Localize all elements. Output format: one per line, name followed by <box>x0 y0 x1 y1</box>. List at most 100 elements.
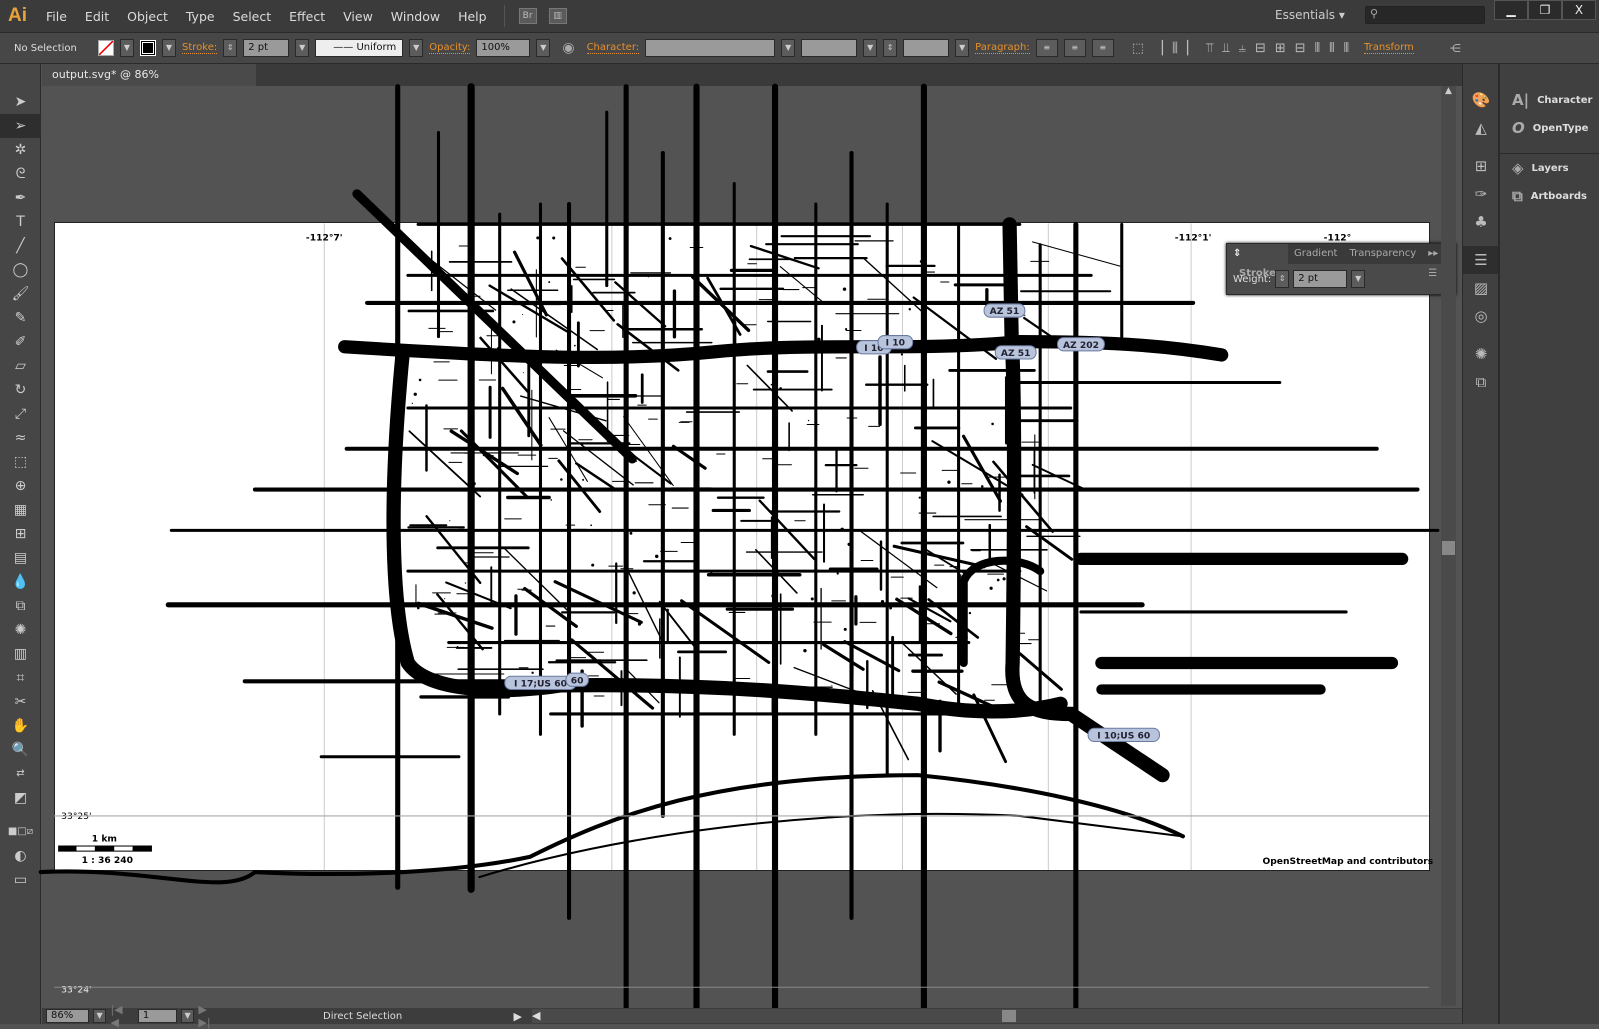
panel-opentype[interactable]: O OpenType <box>1500 114 1599 142</box>
align-center-icon[interactable]: ≡ <box>1063 39 1086 57</box>
artboard-dropdown[interactable]: ▼ <box>180 1009 195 1023</box>
type-tool-icon[interactable]: T <box>0 210 41 234</box>
rotate-tool-icon[interactable]: ↻ <box>0 378 41 402</box>
status-menu-icon[interactable]: ▶ <box>514 1010 522 1023</box>
stroke-label[interactable]: Stroke: <box>182 42 218 54</box>
direct-selection-tool-icon[interactable]: ➢ <box>0 114 41 138</box>
tab-gradient[interactable]: Gradient <box>1288 244 1344 264</box>
workspace-switcher[interactable]: Essentials ▾ <box>1275 8 1345 22</box>
zoom-dropdown[interactable]: ▼ <box>92 1009 107 1023</box>
screen-mode-icon[interactable]: ▭ <box>0 868 41 892</box>
stroke-weight-field[interactable]: 2 pt <box>243 39 290 57</box>
tab-stroke[interactable]: ⇕ Stroke <box>1227 244 1288 279</box>
panel-layers[interactable]: ◈ Layers <box>1500 154 1599 182</box>
menu-window[interactable]: Window <box>382 9 449 24</box>
h-scroll-thumb[interactable] <box>1001 1010 1016 1022</box>
font-family-field[interactable] <box>645 39 776 57</box>
swatches-icon[interactable]: ⊞ <box>1463 152 1499 180</box>
vertical-scrollbar[interactable]: ▲ <box>1441 86 1456 1006</box>
stroke-panel-icon[interactable]: ☰ <box>1463 246 1499 274</box>
font-size-field[interactable] <box>903 39 950 57</box>
paintbrush-tool-icon[interactable]: 🖌 <box>0 282 41 306</box>
menu-select[interactable]: Select <box>224 9 281 24</box>
graphic-styles-icon[interactable]: ⧉ <box>1463 368 1499 396</box>
free-transform-tool-icon[interactable]: ⬚ <box>0 450 41 474</box>
align-objects-icons[interactable]: ⬚▕⫼▏⫪⫫⫨⊟⊞⊟⫴⫴⫴ <box>1132 41 1358 56</box>
menu-edit[interactable]: Edit <box>76 9 118 24</box>
panel-character[interactable]: A| Character <box>1500 86 1599 114</box>
shape-builder-tool-icon[interactable]: ⊕ <box>0 474 41 498</box>
width-tool-icon[interactable]: ≈ <box>0 426 41 450</box>
menu-effect[interactable]: Effect <box>280 9 334 24</box>
artboard-tool-icon[interactable]: ⌗ <box>0 666 41 690</box>
artboard-number-field[interactable]: 1 <box>137 1009 177 1023</box>
stroke-weight-dropdown[interactable]: ▼ <box>295 39 310 57</box>
eyedropper-tool-icon[interactable]: 💧 <box>0 570 41 594</box>
symbols-icon[interactable]: ♣ <box>1463 208 1499 236</box>
weight-stepper[interactable]: ⇕ <box>1275 270 1290 288</box>
magic-wand-tool-icon[interactable]: ✲ <box>0 138 41 162</box>
selection-tool-icon[interactable]: ➤ <box>0 90 41 114</box>
menu-object[interactable]: Object <box>118 9 177 24</box>
opacity-dropdown[interactable]: ▼ <box>536 39 551 57</box>
control-panel-menu-icon[interactable]: ⋲ <box>1450 42 1461 55</box>
close-button[interactable]: X <box>1562 0 1596 20</box>
symbol-sprayer-tool-icon[interactable]: ✺ <box>0 618 41 642</box>
fill-stroke-swap-icon[interactable]: ⇄ <box>0 762 41 786</box>
menu-view[interactable]: View <box>334 9 382 24</box>
scroll-thumb[interactable] <box>1442 541 1455 555</box>
panel-artboards[interactable]: ⧉ Artboards <box>1500 182 1599 210</box>
stroke-swatch-dropdown[interactable]: ▼ <box>162 39 176 57</box>
stroke-profile-field[interactable]: —— Uniform <box>315 39 404 57</box>
font-size-stepper[interactable]: ⇕ <box>883 39 898 57</box>
slice-tool-icon[interactable]: ✂ <box>0 690 41 714</box>
zoom-field[interactable]: 86% <box>46 1009 89 1023</box>
minimize-button[interactable]: ▁ <box>1494 0 1528 20</box>
search-input[interactable]: ⚲ <box>1365 6 1485 24</box>
graph-tool-icon[interactable]: ▥ <box>0 642 41 666</box>
character-label[interactable]: Character: <box>586 42 640 54</box>
eraser-tool-icon[interactable]: ▱ <box>0 354 41 378</box>
line-tool-icon[interactable]: ╱ <box>0 234 41 258</box>
restore-button[interactable]: ❐ <box>1528 0 1562 20</box>
transform-label[interactable]: Transform <box>1364 42 1414 54</box>
weight-dropdown[interactable]: ▼ <box>1351 270 1366 288</box>
lasso-tool-icon[interactable]: ᘓ <box>0 162 41 186</box>
blend-tool-icon[interactable]: ⧉ <box>0 594 41 618</box>
font-style-field[interactable] <box>801 39 858 57</box>
transparency-panel-icon[interactable]: ◎ <box>1463 302 1499 330</box>
stroke-swatch[interactable] <box>140 40 156 56</box>
fill-swatch[interactable] <box>98 40 114 56</box>
paragraph-label[interactable]: Paragraph: <box>975 42 1030 54</box>
perspective-grid-tool-icon[interactable]: ▦ <box>0 498 41 522</box>
zoom-tool-icon[interactable]: 🔍 <box>0 738 41 762</box>
fill-stroke-swatches[interactable]: ◩ <box>0 786 41 820</box>
document-tab[interactable]: output.svg* @ 86% (RGB/Preview) × <box>42 64 256 103</box>
bridge-button[interactable]: Br <box>518 8 537 24</box>
color-panel-icon[interactable]: 🎨 <box>1463 86 1499 114</box>
menu-file[interactable]: File <box>37 9 76 24</box>
scale-tool-icon[interactable]: ⤢ <box>0 402 41 426</box>
first-artboard-icon[interactable]: |◀ ◀ <box>110 1003 133 1029</box>
ellipse-tool-icon[interactable]: ◯ <box>0 258 41 282</box>
color-mode-icons[interactable]: ■□⧄ <box>0 820 41 844</box>
stroke-stepper[interactable]: ⇕ <box>223 39 238 57</box>
arrange-documents-icon[interactable]: ▥ <box>548 8 567 24</box>
fill-dropdown[interactable]: ▼ <box>120 39 134 57</box>
font-style-dropdown[interactable]: ▼ <box>863 39 878 57</box>
drawing-mode-icon[interactable]: ◐ <box>0 844 41 868</box>
menu-help[interactable]: Help <box>449 9 496 24</box>
font-family-dropdown[interactable]: ▼ <box>781 39 796 57</box>
brushes-icon[interactable]: ✑ <box>1463 180 1499 208</box>
menu-type[interactable]: Type <box>177 9 224 24</box>
scroll-up-icon[interactable]: ▲ <box>1441 86 1456 96</box>
weight-field[interactable]: 2 pt <box>1293 270 1348 288</box>
align-right-icon[interactable]: ≡ <box>1091 39 1114 57</box>
recolor-icon[interactable]: ◉ <box>562 40 574 56</box>
gradient-panel-icon[interactable]: ▨ <box>1463 274 1499 302</box>
align-left-icon[interactable]: ≡ <box>1035 39 1058 57</box>
horizontal-scrollbar[interactable]: ◀ <box>531 1009 1462 1023</box>
opacity-field[interactable]: 100% <box>476 39 531 57</box>
mesh-tool-icon[interactable]: ⊞ <box>0 522 41 546</box>
canvas-area[interactable] <box>42 86 1440 1006</box>
